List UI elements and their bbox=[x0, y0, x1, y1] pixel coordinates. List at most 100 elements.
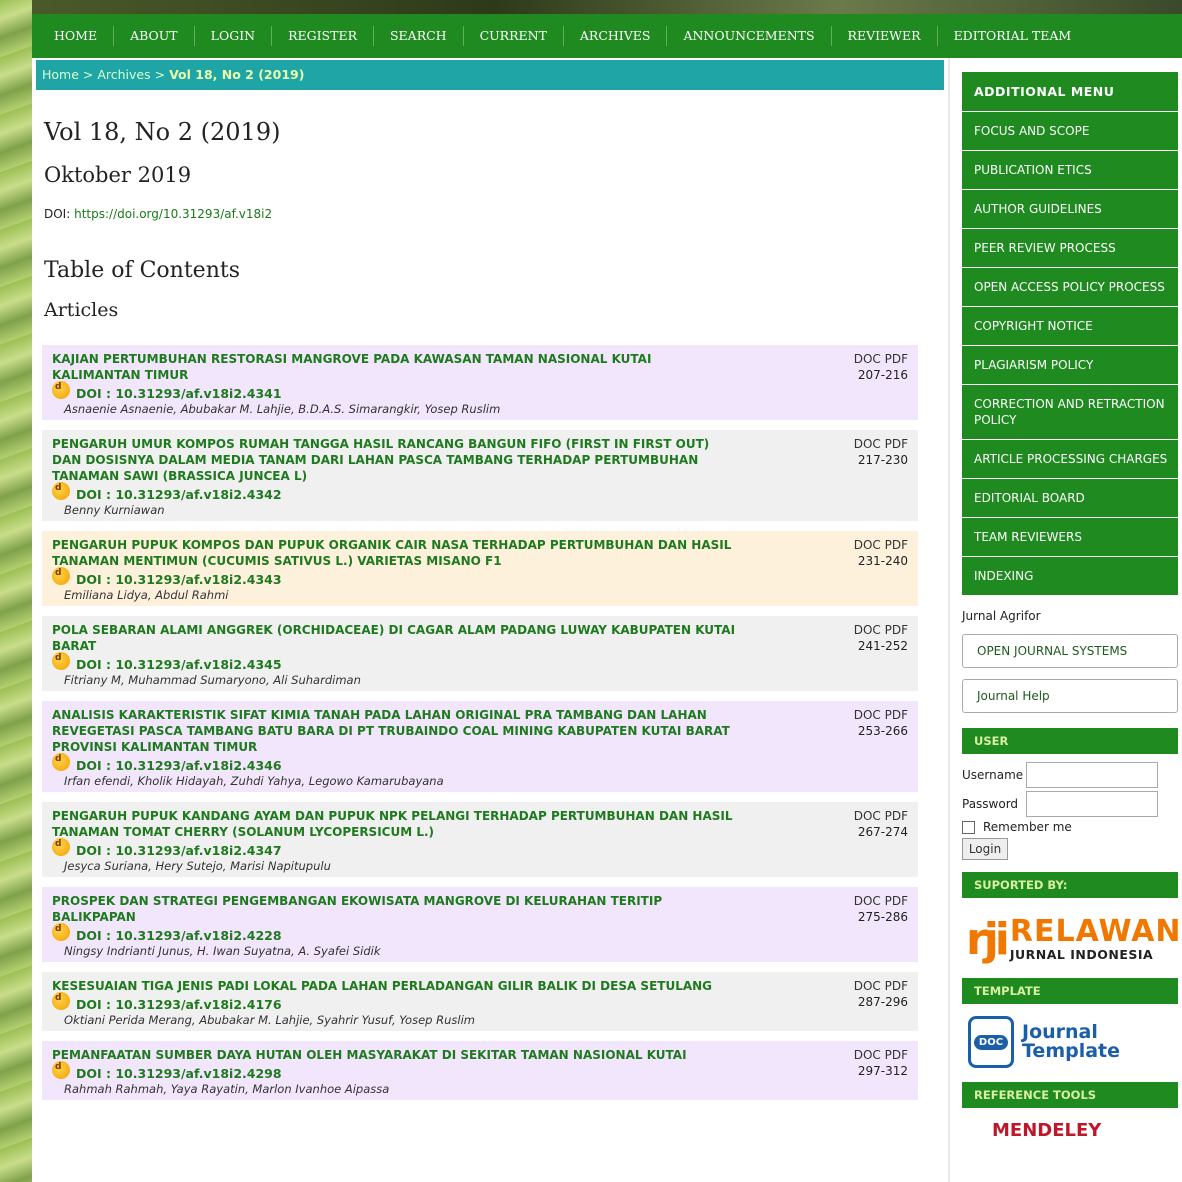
article-pages: 207-216 bbox=[857, 368, 908, 382]
nav-announcements[interactable]: ANNOUNCEMENTS bbox=[667, 26, 832, 46]
article-doi[interactable]: DOI : 10.31293/af.v18i2.4341 bbox=[76, 386, 282, 401]
mendeley-logo[interactable]: MENDELEY bbox=[962, 1120, 1178, 1141]
doi-icon: d bbox=[52, 381, 70, 399]
doc-link[interactable]: DOC bbox=[854, 623, 881, 637]
doc-link[interactable]: DOC bbox=[854, 1048, 881, 1062]
pdf-link[interactable]: PDF bbox=[885, 708, 908, 722]
issue-doi-link[interactable]: https://doi.org/10.31293/af.v18i2 bbox=[74, 207, 272, 221]
article-doi[interactable]: DOI : 10.31293/af.v18i2.4347 bbox=[76, 843, 282, 858]
pdf-link[interactable]: PDF bbox=[885, 623, 908, 637]
doc-link[interactable]: DOC bbox=[854, 809, 881, 823]
section-heading: Articles bbox=[44, 299, 119, 321]
username-label: Username bbox=[962, 767, 1024, 782]
article-title[interactable]: ANALISIS KARAKTERISTIK SIFAT KIMIA TANAH… bbox=[52, 707, 742, 755]
nav-current[interactable]: CURRENT bbox=[464, 26, 564, 46]
article-doi[interactable]: DOI : 10.31293/af.v18i2.4343 bbox=[76, 572, 282, 587]
sidebar-menu-item[interactable]: EDITORIAL BOARD bbox=[962, 479, 1178, 518]
article-title[interactable]: PENGARUH PUPUK KANDANG AYAM DAN PUPUK NP… bbox=[52, 808, 742, 840]
doi-icon: d bbox=[52, 482, 70, 500]
doc-link[interactable]: DOC bbox=[854, 352, 881, 366]
sidebar-menu-item[interactable]: PEER REVIEW PROCESS bbox=[962, 229, 1178, 268]
article-galleys: DOC PDF 241-252 bbox=[854, 622, 908, 654]
article-authors: Ningsy Indrianti Junus, H. Iwan Suyatna,… bbox=[64, 944, 381, 958]
article-doi[interactable]: DOI : 10.31293/af.v18i2.4176 bbox=[76, 997, 282, 1012]
password-input[interactable] bbox=[1026, 790, 1158, 817]
template-title: TEMPLATE bbox=[962, 978, 1178, 1004]
journal-help-button[interactable]: Journal Help bbox=[962, 679, 1178, 713]
article-pages: 287-296 bbox=[857, 995, 908, 1009]
doc-link[interactable]: DOC bbox=[854, 979, 881, 993]
article-authors: Jesyca Suriana, Hery Sutejo, Marisi Napi… bbox=[64, 859, 331, 873]
nav-about[interactable]: ABOUT bbox=[114, 26, 195, 46]
article-doi[interactable]: DOI : 10.31293/af.v18i2.4298 bbox=[76, 1066, 282, 1081]
sidebar-menu-item[interactable]: PUBLICATION ETICS bbox=[962, 151, 1178, 190]
nav-search[interactable]: SEARCH bbox=[374, 26, 464, 46]
nav-archives[interactable]: ARCHIVES bbox=[564, 26, 668, 46]
article-doi[interactable]: DOI : 10.31293/af.v18i2.4342 bbox=[76, 487, 282, 502]
article-galleys: DOC PDF 231-240 bbox=[854, 537, 908, 569]
pdf-link[interactable]: PDF bbox=[885, 538, 908, 552]
username-input[interactable] bbox=[1026, 761, 1158, 788]
username-row: Username bbox=[962, 760, 1178, 789]
sidebar-menu-item[interactable]: ARTICLE PROCESSING CHARGES bbox=[962, 440, 1178, 479]
article-doi[interactable]: DOI : 10.31293/af.v18i2.4346 bbox=[76, 758, 282, 773]
article-item: PENGARUH UMUR KOMPOS RUMAH TANGGA HASIL … bbox=[42, 430, 918, 521]
journal-name: Jurnal Agrifor bbox=[962, 609, 1041, 623]
article-galleys: DOC PDF 253-266 bbox=[854, 707, 908, 739]
page-wrapper: HOME ABOUT LOGIN REGISTER SEARCH CURRENT… bbox=[32, 14, 1182, 1182]
nav-login[interactable]: LOGIN bbox=[195, 26, 273, 46]
pdf-link[interactable]: PDF bbox=[885, 894, 908, 908]
article-title[interactable]: KAJIAN PERTUMBUHAN RESTORASI MANGROVE PA… bbox=[52, 351, 742, 383]
breadcrumb-archives[interactable]: Archives bbox=[97, 67, 150, 82]
doc-link[interactable]: DOC bbox=[854, 437, 881, 451]
breadcrumb-home[interactable]: Home bbox=[42, 67, 79, 82]
main-content: Vol 18, No 2 (2019) Oktober 2019 DOI: ht… bbox=[44, 118, 934, 321]
article-authors: Emiliana Lidya, Abdul Rahmi bbox=[64, 588, 229, 602]
remember-me-row: Remember me bbox=[962, 820, 1178, 834]
article-title[interactable]: POLA SEBARAN ALAMI ANGGREK (Orchidaceae)… bbox=[52, 622, 742, 654]
doc-link[interactable]: DOC bbox=[854, 894, 881, 908]
header-banner-strip bbox=[32, 0, 1182, 14]
remember-me-checkbox[interactable] bbox=[962, 820, 975, 834]
article-title[interactable]: PEMANFAATAN SUMBER DAYA HUTAN OLEH MASYA… bbox=[52, 1047, 742, 1063]
journal-template-link[interactable]: DOC Journal Template bbox=[962, 1012, 1178, 1072]
article-item: ANALISIS KARAKTERISTIK SIFAT KIMIA TANAH… bbox=[42, 701, 918, 792]
pdf-link[interactable]: PDF bbox=[885, 437, 908, 451]
pdf-link[interactable]: PDF bbox=[885, 352, 908, 366]
article-doi[interactable]: DOI : 10.31293/af.v18i2.4345 bbox=[76, 657, 282, 672]
article-galleys: DOC PDF 275-286 bbox=[854, 893, 908, 925]
password-label: Password bbox=[962, 796, 1019, 811]
sidebar-menu-item[interactable]: FOCUS AND SCOPE bbox=[962, 112, 1178, 151]
pdf-link[interactable]: PDF bbox=[885, 1048, 908, 1062]
article-pages: 253-266 bbox=[857, 724, 908, 738]
sidebar-menu-item[interactable]: AUTHOR GUIDELINES bbox=[962, 190, 1178, 229]
pdf-link[interactable]: PDF bbox=[885, 979, 908, 993]
login-button[interactable]: Login bbox=[962, 838, 1008, 860]
article-title[interactable]: PROSPEK DAN STRATEGI PENGEMBANGAN EKOWIS… bbox=[52, 893, 742, 925]
doc-link[interactable]: DOC bbox=[854, 538, 881, 552]
article-title[interactable]: KESESUAIAN TIGA JENIS PADI LOKAL PADA LA… bbox=[52, 978, 742, 994]
sidebar-menu-item[interactable]: TEAM REVIEWERS bbox=[962, 518, 1178, 557]
article-title[interactable]: PENGARUH UMUR KOMPOS RUMAH TANGGA HASIL … bbox=[52, 436, 742, 484]
nav-home[interactable]: HOME bbox=[38, 26, 115, 46]
doi-icon: d bbox=[52, 1061, 70, 1079]
rji-name: RELAWAN bbox=[1009, 913, 1182, 949]
nav-reviewer[interactable]: REVIEWER bbox=[832, 26, 938, 46]
sidebar-menu-item[interactable]: CORRECTION AND RETRACTION POLICY bbox=[962, 385, 1178, 440]
article-galleys: DOC PDF 297-312 bbox=[854, 1047, 908, 1079]
nav-editorial-team[interactable]: EDITORIAL TEAM bbox=[938, 26, 1088, 46]
pdf-link[interactable]: PDF bbox=[885, 809, 908, 823]
sidebar-menu-item[interactable]: PLAGIARISM POLICY bbox=[962, 346, 1178, 385]
article-authors: Irfan efendi, Kholik Hidayah, Zuhdi Yahy… bbox=[64, 774, 444, 788]
doi-icon: d bbox=[52, 838, 70, 856]
sidebar-menu-item[interactable]: OPEN ACCESS POLICY PROCESS bbox=[962, 268, 1178, 307]
article-title[interactable]: PENGARUH PUPUK KOMPOS DAN PUPUK ORGANIK … bbox=[52, 537, 742, 569]
doc-link[interactable]: DOC bbox=[854, 708, 881, 722]
sidebar-menu-item[interactable]: INDEXING bbox=[962, 557, 1178, 596]
nav-register[interactable]: REGISTER bbox=[272, 26, 374, 46]
article-doi[interactable]: DOI : 10.31293/af.v18i2.4228 bbox=[76, 928, 282, 943]
relawan-jurnal-indonesia-logo[interactable]: rji RELAWAN JURNAL INDONESIA bbox=[962, 906, 1181, 972]
sidebar-menu-item[interactable]: COPYRIGHT NOTICE bbox=[962, 307, 1178, 346]
ojs-button[interactable]: OPEN JOURNAL SYSTEMS bbox=[962, 634, 1178, 668]
rji-text: RELAWAN JURNAL INDONESIA bbox=[1009, 913, 1182, 962]
